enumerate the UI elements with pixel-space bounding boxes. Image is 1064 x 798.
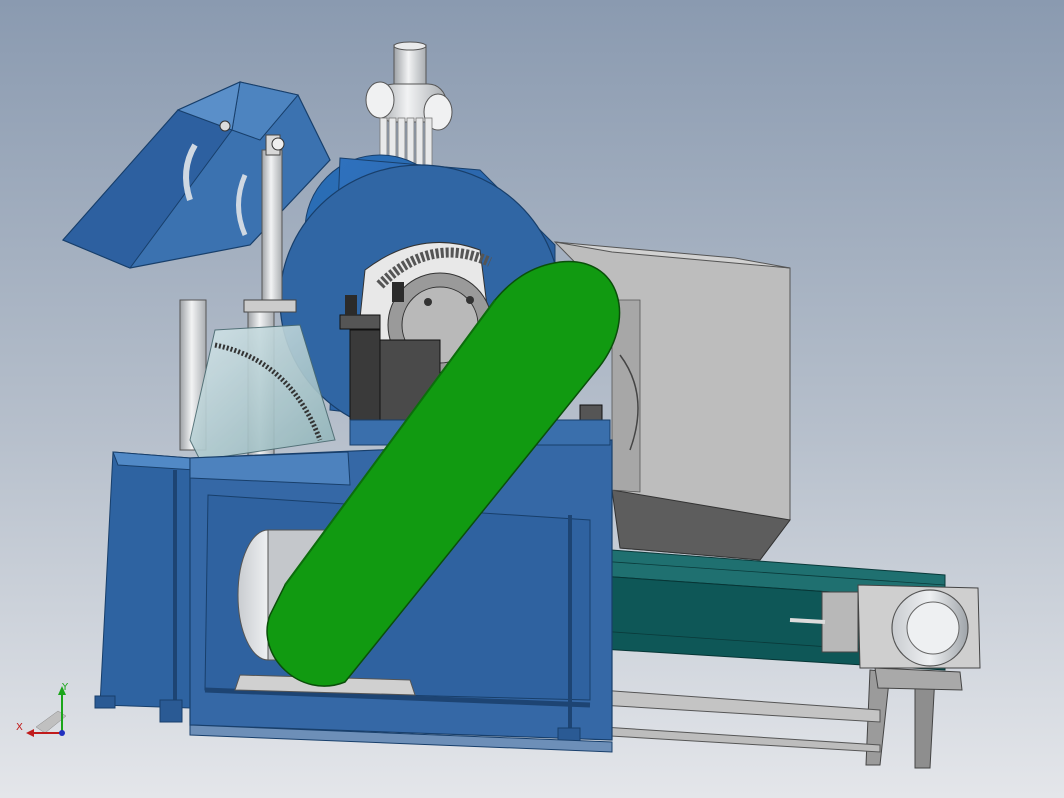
x-axis-label: X — [16, 722, 23, 733]
y-axis-label: Y — [61, 682, 69, 693]
cad-viewport[interactable]: Y X — [0, 0, 1064, 798]
